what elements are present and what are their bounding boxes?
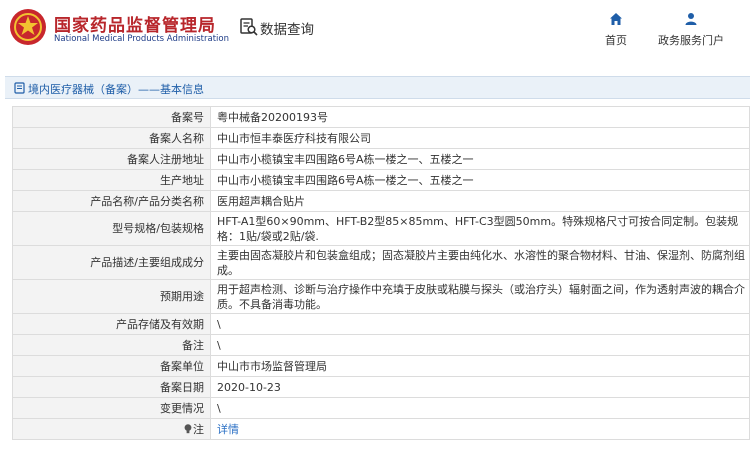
field-value: \: [210, 313, 750, 335]
nav-gov-services-label: 政务服务门户: [658, 34, 724, 47]
table-row-note: 注 详情: [12, 418, 750, 440]
note-value-cell: 详情: [210, 418, 750, 440]
field-value: \: [210, 397, 750, 419]
field-value: 粤中械备20200193号: [210, 106, 750, 128]
field-label: 产品名称/产品分类名称: [12, 190, 211, 212]
lightbulb-icon: [184, 423, 192, 433]
table-row: 生产地址 中山市小榄镇宝丰四围路6号A栋一楼之一、五楼之一: [12, 169, 750, 191]
field-label: 产品存储及有效期: [12, 313, 211, 335]
field-value: \: [210, 334, 750, 356]
table-row: 备案单位 中山市市场监督管理局: [12, 355, 750, 377]
record-detail-table: 备案号 粤中械备20200193号 备案人名称 中山市恒丰泰医疗科技有限公司 备…: [12, 106, 750, 440]
field-value: 医用超声耦合贴片: [210, 190, 750, 212]
home-icon: [610, 13, 622, 25]
table-row: 产品存储及有效期 \: [12, 313, 750, 335]
field-label: 备案单位: [12, 355, 211, 377]
field-label: 备案日期: [12, 376, 211, 398]
field-value: 中山市小榄镇宝丰四围路6号A栋一楼之一、五楼之一: [210, 169, 750, 191]
national-emblem-icon: [10, 9, 46, 45]
field-label: 备案号: [12, 106, 211, 128]
table-row: 产品描述/主要组成成分 主要由固态凝胶片和包装盒组成；固态凝胶片主要由纯化水、水…: [12, 245, 750, 280]
field-label: 备案人名称: [12, 127, 211, 149]
breadcrumb: 境内医疗器械（备案）——基本信息: [5, 76, 750, 99]
data-query-title: 数据查询: [260, 22, 314, 38]
nav-gov-services[interactable]: 政务服务门户: [652, 12, 730, 48]
field-label: 预期用途: [12, 279, 211, 314]
site-header: 国家药品监督管理局 National Medical Products Admi…: [0, 0, 750, 63]
field-value: 用于超声检测、诊断与治疗操作中充填于皮肤或粘膜与探头（或治疗头）辐射面之间，作为…: [210, 279, 750, 314]
table-row: 预期用途 用于超声检测、诊断与治疗操作中充填于皮肤或粘膜与探头（或治疗头）辐射面…: [12, 279, 750, 314]
table-row: 备案人名称 中山市恒丰泰医疗科技有限公司: [12, 127, 750, 149]
data-query-icon: [240, 18, 258, 36]
field-label: 型号规格/包装规格: [12, 211, 211, 246]
field-label: 备案人注册地址: [12, 148, 211, 170]
field-label: 产品描述/主要组成成分: [12, 245, 211, 280]
table-row: 产品名称/产品分类名称 医用超声耦合贴片: [12, 190, 750, 212]
details-link[interactable]: 详情: [217, 423, 239, 436]
agency-name-en[interactable]: National Medical Products Administration: [54, 34, 229, 44]
note-label-cell: 注: [12, 418, 211, 440]
nav-home-label: 首页: [605, 34, 627, 47]
field-label: 备注: [12, 334, 211, 356]
breadcrumb-text: 境内医疗器械（备案）——基本信息: [28, 83, 204, 96]
user-icon: [685, 13, 697, 25]
table-row: 备案人注册地址 中山市小榄镇宝丰四围路6号A栋一楼之一、五楼之一: [12, 148, 750, 170]
agency-name-cn[interactable]: 国家药品监督管理局: [54, 11, 216, 36]
note-label: 注: [193, 422, 204, 436]
field-value: HFT-A1型60×90mm、HFT-B2型85×85mm、HFT-C3型圆50…: [210, 211, 750, 246]
table-row: 备注 \: [12, 334, 750, 356]
table-row: 型号规格/包装规格 HFT-A1型60×90mm、HFT-B2型85×85mm、…: [12, 211, 750, 246]
field-value: 中山市恒丰泰医疗科技有限公司: [210, 127, 750, 149]
nav-home[interactable]: 首页: [600, 12, 632, 48]
field-label: 变更情况: [12, 397, 211, 419]
field-value: 主要由固态凝胶片和包装盒组成；固态凝胶片主要由纯化水、水溶性的聚合物材料、甘油、…: [210, 245, 750, 280]
document-icon: [14, 82, 25, 94]
field-value: 中山市市场监督管理局: [210, 355, 750, 377]
table-row: 备案号 粤中械备20200193号: [12, 106, 750, 128]
table-row: 变更情况 \: [12, 397, 750, 419]
field-value: 2020-10-23: [210, 376, 750, 398]
table-row: 备案日期 2020-10-23: [12, 376, 750, 398]
field-value: 中山市小榄镇宝丰四围路6号A栋一楼之一、五楼之一: [210, 148, 750, 170]
field-label: 生产地址: [12, 169, 211, 191]
